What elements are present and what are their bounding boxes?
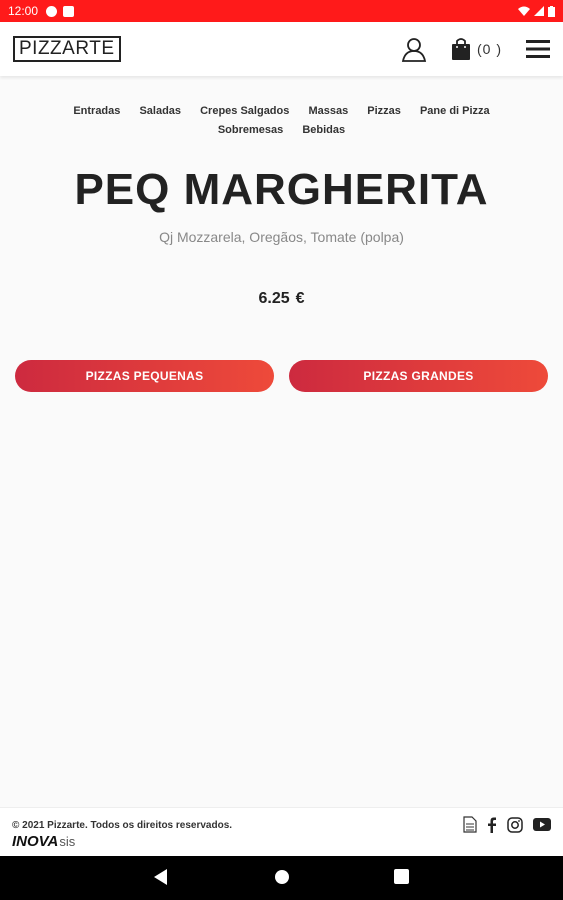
- inovasis-logo-main: INOVA: [12, 833, 59, 850]
- nav-item-entradas[interactable]: Entradas: [73, 102, 120, 121]
- app-header: PIZZARTE (0 ): [0, 22, 563, 76]
- category-nav-row-1: Entradas Saladas Crepes Salgados Massas …: [30, 102, 533, 121]
- product-price: 6.25: [258, 290, 290, 307]
- document-icon[interactable]: [463, 816, 477, 833]
- facebook-icon[interactable]: [487, 817, 497, 833]
- nav-item-saladas[interactable]: Saladas: [139, 102, 181, 121]
- status-time: 12:00: [8, 4, 39, 18]
- product-title: PEQ MARGHERITA: [74, 165, 489, 214]
- wifi-icon: [518, 6, 530, 16]
- nav-item-bebidas[interactable]: Bebidas: [302, 121, 345, 140]
- product-price-row: 6.25 €: [0, 290, 563, 308]
- pizzas-grandes-button[interactable]: PIZZAS GRANDES: [289, 360, 548, 392]
- cart-count[interactable]: (0 ): [477, 41, 502, 57]
- hamburger-menu-icon[interactable]: [526, 38, 550, 60]
- storage-icon: [63, 5, 75, 17]
- pizzarte-logo[interactable]: PIZZARTE: [13, 36, 121, 62]
- category-nav-row-2: Sobremesas Bebidas: [30, 121, 533, 140]
- status-bar: 12:00: [0, 0, 563, 22]
- nav-item-massas[interactable]: Massas: [308, 102, 348, 121]
- battery-icon: [548, 5, 555, 17]
- price-currency: €: [295, 290, 305, 307]
- home-icon[interactable]: [274, 869, 290, 885]
- nav-item-pizzas[interactable]: Pizzas: [367, 102, 401, 121]
- nav-item-sobremesas[interactable]: Sobremesas: [218, 121, 283, 140]
- instagram-icon[interactable]: [507, 816, 523, 833]
- category-nav: Entradas Saladas Crepes Salgados Massas …: [30, 102, 533, 140]
- user-icon[interactable]: [401, 36, 427, 62]
- notification-icon: [46, 5, 58, 17]
- inovasis-logo-sis: sis: [59, 834, 76, 849]
- product-description: Qj Mozzarela, Oregãos, Tomate (polpa): [159, 229, 404, 245]
- android-nav-bar: [0, 856, 563, 900]
- social-links: [463, 816, 551, 833]
- youtube-icon[interactable]: [533, 818, 551, 831]
- back-icon[interactable]: [154, 869, 168, 885]
- copyright-text: © 2021 Pizzarte. Todos os direitos reser…: [12, 820, 233, 831]
- nav-item-crepes-salgados[interactable]: Crepes Salgados: [200, 102, 289, 121]
- recents-icon[interactable]: [394, 869, 409, 884]
- page-footer: © 2021 Pizzarte. Todos os direitos reser…: [0, 807, 563, 856]
- signal-icon: [534, 6, 544, 16]
- pizzas-pequenas-button[interactable]: PIZZAS PEQUENAS: [15, 360, 274, 392]
- inovasis-logo[interactable]: INOVAsis: [12, 833, 75, 850]
- nav-item-pane-di-pizza[interactable]: Pane di Pizza: [420, 102, 490, 121]
- shopping-bag-icon[interactable]: [451, 37, 471, 61]
